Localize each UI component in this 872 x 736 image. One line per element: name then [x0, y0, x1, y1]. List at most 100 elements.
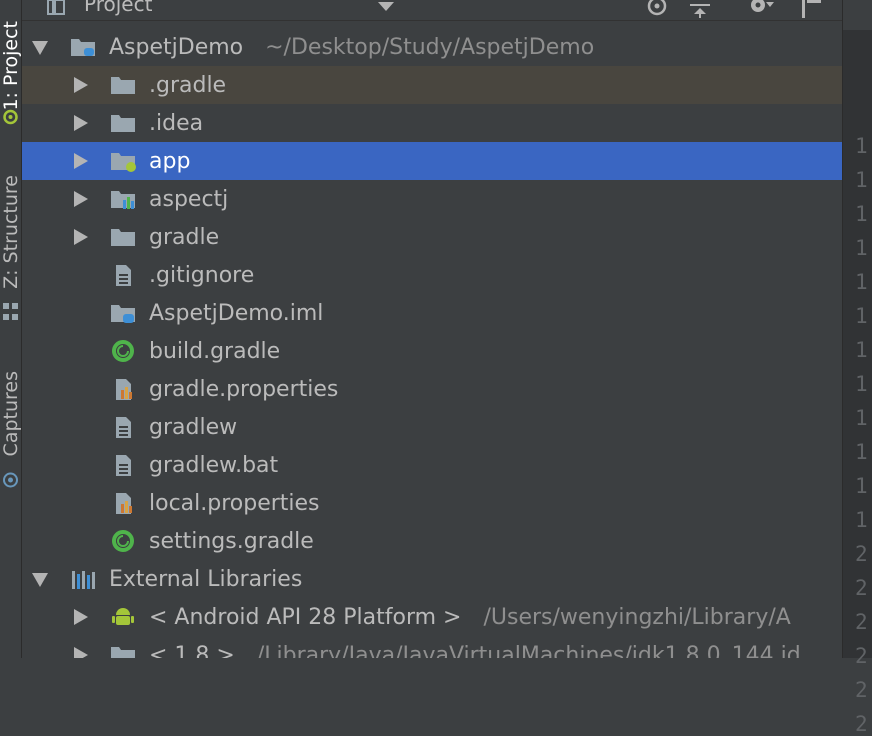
tree-node-name: app [149, 149, 191, 174]
tree-node-label: settings.gradle [149, 529, 314, 554]
tree-row[interactable]: app [22, 142, 842, 180]
line-number: 1 [855, 508, 868, 532]
tree-node-name: .gitignore [149, 263, 255, 288]
editor-tab-strip [843, 0, 872, 30]
tree-node-label: app [149, 149, 190, 174]
tree-row[interactable]: AspetjDemo ~/Desktop/Study/AspetjDemo [22, 28, 842, 66]
folder-icon [110, 226, 136, 248]
collapsed-arrow-icon[interactable] [74, 115, 88, 131]
tool-window-strip: 1: Project Z: Structure Captures [0, 0, 22, 658]
collapsed-arrow-icon[interactable] [74, 609, 88, 625]
tree-node-label: .gradle [149, 73, 226, 98]
captures-icon [3, 472, 18, 488]
tree-row[interactable]: .idea [22, 104, 842, 142]
tree-node-name: .gradle [149, 73, 227, 98]
editor-gutter: 1 1 1 1 1 1 1 1 1 1 1 1 2 2 2 2 2 2 [842, 0, 872, 736]
android-icon [110, 606, 136, 628]
line-number: 1 [855, 474, 868, 498]
line-number: 1 [855, 236, 868, 260]
tree-row[interactable]: gradlew [22, 408, 842, 446]
properties-file-icon [110, 378, 136, 400]
line-number: 1 [855, 202, 868, 226]
tree-row[interactable]: .gitignore [22, 256, 842, 294]
collapsed-arrow-icon[interactable] [74, 229, 88, 245]
collapsed-arrow-icon[interactable] [74, 77, 88, 93]
line-number: 1 [855, 270, 868, 294]
line-number: 2 [855, 712, 868, 736]
library-folder-icon [110, 188, 136, 210]
hide-panel-icon[interactable] [800, 0, 824, 18]
tree-node-name: < Android API 28 Platform > [149, 605, 462, 630]
folder-icon [110, 112, 136, 134]
tree-node-name: gradle.properties [149, 377, 339, 402]
tree-node-path: /Library/Java/JavaVirtualMachines/jdk1.8… [256, 643, 801, 658]
tree-row[interactable]: gradle.properties [22, 370, 842, 408]
tree-row[interactable]: gradle [22, 218, 842, 256]
tree-node-name: local.properties [149, 491, 320, 516]
tree-row[interactable]: settings.gradle [22, 522, 842, 560]
tree-node-label: .idea [149, 111, 203, 136]
tree-node-name: External Libraries [109, 567, 303, 592]
tree-row[interactable]: < Android API 28 Platform > /Users/wenyin… [22, 598, 842, 636]
iml-file-icon [110, 302, 136, 324]
properties-file-icon [110, 492, 136, 514]
tree-row[interactable]: gradlew.bat [22, 446, 842, 484]
tree-node-name: < 1.8 > [149, 643, 235, 658]
toolbar-title: Project [84, 0, 153, 16]
settings-icon[interactable] [748, 0, 774, 16]
line-number: 1 [855, 134, 868, 158]
folder-icon [110, 74, 136, 96]
structure-icon [3, 303, 18, 320]
collapsed-arrow-icon[interactable] [74, 153, 88, 169]
tree-row[interactable]: local.properties [22, 484, 842, 522]
locate-icon[interactable] [646, 0, 668, 18]
tree-row[interactable]: build.gradle [22, 332, 842, 370]
gradle-file-icon [110, 340, 136, 362]
line-number: 2 [855, 610, 868, 634]
tab-project-label: 1: Project [0, 21, 22, 111]
tree-node-name: gradlew [149, 415, 238, 440]
text-file-icon [110, 264, 136, 286]
project-view-icon [47, 0, 65, 15]
tree-node-label: gradle [149, 225, 219, 250]
dropdown-arrow-icon[interactable] [378, 2, 394, 12]
tree-node-name: settings.gradle [149, 529, 314, 554]
line-number: 2 [855, 542, 868, 566]
line-number: 1 [855, 304, 868, 328]
tree-node-name: .idea [149, 111, 204, 136]
tree-node-label: aspectj [149, 187, 228, 212]
tree-node-label: local.properties [149, 491, 320, 516]
tree-node-label: build.gradle [149, 339, 280, 364]
tree-row[interactable]: AspetjDemo.iml [22, 294, 842, 332]
collapsed-arrow-icon[interactable] [74, 647, 88, 658]
external-libraries-icon [70, 568, 96, 590]
tree-node-name: gradle [149, 225, 220, 250]
collapse-all-icon[interactable] [688, 0, 712, 18]
tree-node-label: AspetjDemo.iml [149, 301, 323, 326]
project-toolbar: Project [22, 0, 842, 21]
tab-captures-label: Captures [0, 371, 22, 457]
module-folder-icon [70, 36, 96, 58]
line-number: 1 [855, 406, 868, 430]
gradle-file-icon [110, 530, 136, 552]
line-number: 1 [855, 168, 868, 192]
tree-row[interactable]: .gradle [22, 66, 842, 104]
text-file-icon [110, 416, 136, 438]
tree-node-path: ~/Desktop/Study/AspetjDemo [265, 35, 595, 60]
expanded-arrow-icon[interactable] [32, 41, 48, 55]
line-number: 2 [855, 576, 868, 600]
tree-row[interactable]: External Libraries [22, 560, 842, 598]
tree-node-label: gradlew [149, 415, 237, 440]
tree-row[interactable]: < 1.8 > /Library/Java/JavaVirtualMachines… [22, 636, 842, 658]
line-number: 1 [855, 338, 868, 362]
collapsed-arrow-icon[interactable] [74, 191, 88, 207]
tab-captures[interactable]: Captures [0, 360, 22, 468]
folder-icon [110, 644, 136, 658]
expanded-arrow-icon[interactable] [32, 573, 48, 587]
tree-node-label: .gitignore [149, 263, 254, 288]
tab-structure[interactable]: Z: Structure [0, 168, 22, 296]
tree-node-label: gradlew.bat [149, 453, 278, 478]
android-icon [3, 109, 18, 125]
tree-row[interactable]: aspectj [22, 180, 842, 218]
tree-node-name: aspectj [149, 187, 229, 212]
